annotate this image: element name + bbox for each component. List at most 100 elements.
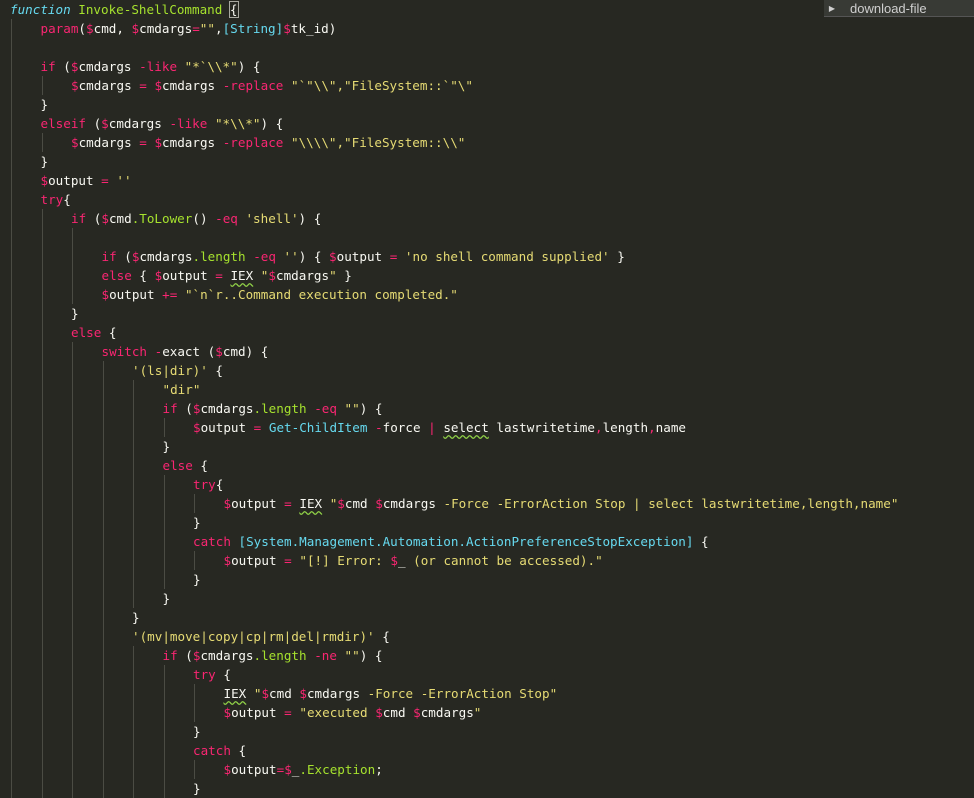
indent-guide (11, 608, 12, 627)
indent-guide (194, 551, 195, 570)
code-token: { (693, 534, 709, 549)
code-token: $ (154, 78, 163, 93)
code-token: output (231, 762, 277, 777)
indent-guide (133, 475, 134, 494)
indent-guide (163, 570, 165, 589)
code-token: { (215, 667, 231, 682)
code-token: -like (169, 116, 208, 131)
code-token: try (40, 192, 64, 207)
code-token: ) { (298, 249, 330, 264)
code-token: cmd (269, 686, 300, 701)
code-token: = (284, 705, 292, 720)
indent-guide (41, 741, 43, 760)
indent-guide (102, 684, 104, 703)
indent-guide (72, 646, 73, 665)
indent-guide (41, 760, 43, 779)
symbol-panel[interactable]: ▶ download-file (824, 0, 974, 17)
code-token: if (71, 211, 87, 226)
code-token: cmdargs (162, 78, 223, 93)
indent-guide (102, 627, 104, 646)
indent-guide (72, 513, 73, 532)
indent-guide (11, 95, 12, 114)
indent-guide (11, 38, 12, 57)
expand-triangle-icon[interactable]: ▶ (824, 0, 840, 16)
code-token: ( (116, 249, 132, 264)
indent-guide (102, 418, 104, 437)
code-token: elseif (40, 116, 87, 131)
code-token: Invoke-ShellCommand (78, 2, 223, 17)
code-line-content: $output = IEX "$cmd $cmdargs -Force -Err… (224, 494, 899, 513)
code-token: cmdargs (139, 21, 193, 36)
code-token: ) { (298, 211, 322, 226)
indent-guide (11, 380, 12, 399)
indent-guide (133, 399, 134, 418)
code-token: try (193, 477, 216, 492)
indent-guide (11, 665, 12, 684)
indent-guide (41, 456, 43, 475)
code-token: cmdargs (162, 135, 223, 150)
indent-guide (72, 475, 73, 494)
code-line-content: if ($cmd.ToLower() -eq 'shell') { (71, 209, 321, 228)
code-token: ) { (260, 116, 284, 131)
code-token: $ (86, 21, 94, 36)
code-token: $ (223, 705, 232, 720)
code-token: cmd (108, 211, 132, 226)
code-token: select (443, 420, 489, 435)
indent-guide (11, 418, 12, 437)
code-token: else (71, 325, 102, 340)
indent-guide (72, 570, 73, 589)
code-token: cmdargs (78, 135, 140, 150)
indent-guide (41, 266, 43, 285)
indent-guide (41, 646, 43, 665)
code-token: _ (397, 553, 406, 568)
code-editor[interactable]: function Invoke-ShellCommand {param($cmd… (0, 0, 974, 798)
code-token: output (109, 287, 163, 302)
indent-guide (41, 342, 43, 361)
indent-guide (11, 494, 12, 513)
code-token: $ (193, 420, 201, 435)
indent-guide (11, 133, 12, 152)
indent-guide (102, 665, 104, 684)
code-token: += (162, 287, 178, 302)
indent-guide (11, 323, 12, 342)
code-token: } (193, 781, 201, 796)
code-token: } (609, 249, 625, 264)
code-token: $ (223, 762, 232, 777)
indent-guide (133, 380, 134, 399)
code-token: , (214, 21, 223, 36)
code-token: 'shell' (245, 211, 299, 226)
code-token: 'no shell command supplied' (404, 249, 610, 264)
indent-guide (72, 399, 73, 418)
code-token: , (648, 420, 656, 435)
code-line-content: try{ (41, 190, 71, 209)
code-token: $ (337, 496, 345, 511)
code-token: [String] (222, 21, 284, 36)
code-token: $ (284, 762, 292, 777)
indent-guide (72, 437, 73, 456)
indent-guide (11, 684, 12, 703)
code-token: = (192, 21, 200, 36)
code-token: cmd) { (222, 344, 269, 359)
code-token: () (192, 211, 216, 226)
indent-guide (102, 760, 104, 779)
code-token: "`"\\","FileSystem::`"\" (290, 78, 473, 93)
code-token: $ (329, 249, 337, 264)
code-line-content: } (193, 513, 201, 532)
indent-guide (133, 456, 134, 475)
indent-guide (72, 760, 73, 779)
indent-guide (11, 399, 12, 418)
symbol-label[interactable]: download-file (840, 1, 927, 16)
indent-guide (72, 532, 73, 551)
code-token: $ (71, 135, 79, 150)
code-token: output (231, 705, 285, 720)
indent-guide (133, 741, 134, 760)
indent-guide (72, 266, 73, 285)
code-token: ) { (359, 648, 383, 663)
code-token: ) { (237, 59, 261, 74)
code-token: $ (413, 705, 421, 720)
code-token: '' (283, 249, 299, 264)
